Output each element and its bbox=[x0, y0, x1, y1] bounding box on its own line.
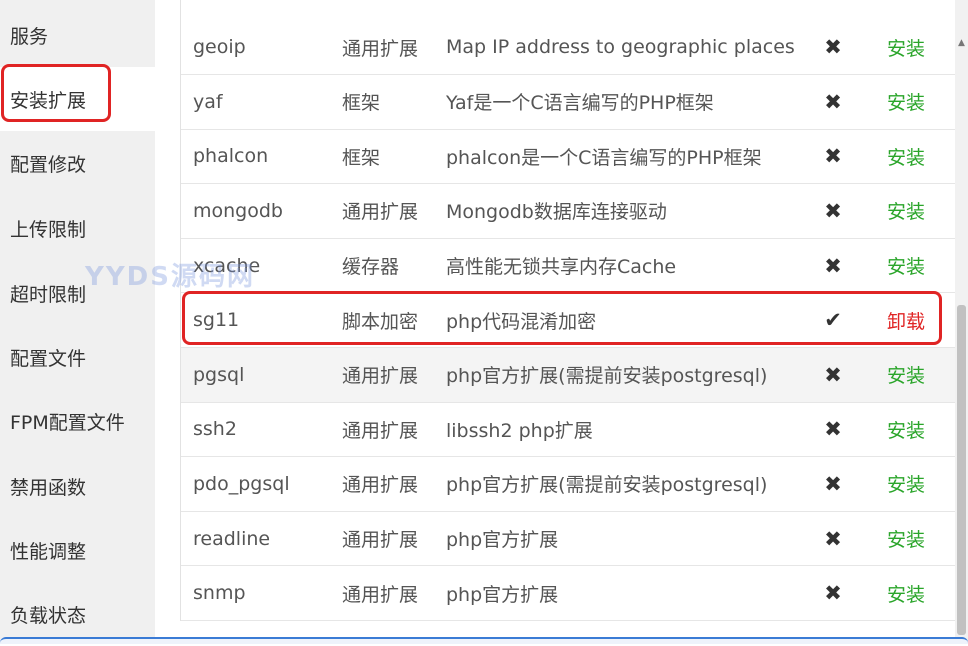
sidebar-item-label: 超时限制 bbox=[10, 283, 87, 306]
extension-type: 脚本加密 bbox=[342, 310, 419, 333]
extension-name: mongodb bbox=[193, 199, 283, 222]
install-button[interactable]: 安装 bbox=[887, 348, 925, 402]
extension-description: php代码混淆加密 bbox=[446, 310, 597, 333]
extension-type: 通用扩展 bbox=[342, 419, 419, 442]
sidebar-item-config-edit[interactable]: 配置修改 bbox=[0, 131, 155, 195]
x-icon: ✖ bbox=[824, 417, 842, 442]
extension-description: phalcon是一个C语言编写的PHP框架 bbox=[446, 146, 762, 169]
extension-type: 缓存器 bbox=[342, 256, 400, 279]
check-icon: ✔ bbox=[824, 308, 842, 333]
uninstall-button[interactable]: 卸载 bbox=[887, 293, 925, 347]
x-icon: ✖ bbox=[824, 526, 842, 551]
install-button[interactable]: 安装 bbox=[887, 566, 925, 620]
table-row: xcache 缓存器 高性能无锁共享内存Cache ✖ 安装 bbox=[181, 238, 957, 294]
extension-description: Yaf是一个C语言编写的PHP框架 bbox=[446, 92, 714, 115]
extension-description: php官方扩展(需提前安装postgresql) bbox=[446, 365, 768, 388]
sidebar-item-label: 禁用函数 bbox=[10, 476, 87, 499]
table-row: sg11 脚本加密 php代码混淆加密 ✔ 卸载 bbox=[181, 293, 957, 348]
x-icon: ✖ bbox=[824, 362, 842, 387]
extension-name: phalcon bbox=[193, 145, 269, 168]
x-icon: ✖ bbox=[824, 144, 842, 169]
extension-description: Map IP address to geographic places bbox=[446, 36, 795, 58]
install-button[interactable]: 安装 bbox=[887, 403, 925, 457]
sidebar-item-upload-limit[interactable]: 上传限制 bbox=[0, 196, 155, 260]
extension-description: libssh2 php扩展 bbox=[446, 419, 593, 442]
sidebar-item-label: 负载状态 bbox=[10, 604, 87, 627]
extension-type: 通用扩展 bbox=[342, 365, 419, 388]
extension-description: php官方扩展 bbox=[446, 529, 559, 552]
x-icon: ✖ bbox=[824, 89, 842, 114]
table-row: pgsql 通用扩展 php官方扩展(需提前安装postgresql) ✖ 安装 bbox=[181, 347, 957, 403]
table-row: readline 通用扩展 php官方扩展 ✖ 安装 bbox=[181, 511, 957, 567]
x-icon: ✖ bbox=[824, 471, 842, 496]
install-button[interactable]: 安装 bbox=[887, 75, 925, 129]
extension-description: Mongodb数据库连接驱动 bbox=[446, 201, 667, 224]
extension-name: geoip bbox=[193, 36, 246, 58]
extension-name: ssh2 bbox=[193, 418, 237, 441]
install-button[interactable]: 安装 bbox=[887, 512, 925, 566]
install-button[interactable]: 安装 bbox=[887, 130, 925, 184]
watermark: YYDS源码网 bbox=[85, 262, 255, 292]
table-row: mongodb 通用扩展 Mongodb数据库连接驱动 ✖ 安装 bbox=[181, 184, 957, 239]
extension-name: yaf bbox=[193, 90, 223, 113]
extension-description: php官方扩展(需提前安装postgresql) bbox=[446, 474, 768, 497]
sidebar-item-label: 配置文件 bbox=[10, 347, 87, 370]
extension-type: 框架 bbox=[342, 146, 381, 169]
extension-name: snmp bbox=[193, 582, 246, 605]
extension-type: 通用扩展 bbox=[342, 201, 419, 224]
extensions-table: geoip 通用扩展 Map IP address to geographic … bbox=[180, 0, 958, 621]
arrow-up-icon[interactable]: ▲ bbox=[955, 38, 968, 48]
extension-name: readline bbox=[193, 527, 271, 550]
extension-description: php官方扩展 bbox=[446, 583, 559, 606]
sidebar-item-performance-tuning[interactable]: 性能调整 bbox=[0, 518, 155, 582]
extension-name: pdo_pgsql bbox=[193, 472, 290, 495]
sidebar-item-fpm-config-file[interactable]: FPM配置文件 bbox=[0, 389, 155, 453]
table-row: phalcon 框架 phalcon是一个C语言编写的PHP框架 ✖ 安装 bbox=[181, 129, 957, 185]
table-row: geoip 通用扩展 Map IP address to geographic … bbox=[181, 0, 957, 75]
scrollbar-thumb[interactable] bbox=[957, 305, 966, 635]
sidebar-item-label: 上传限制 bbox=[10, 218, 87, 241]
sidebar-item-service[interactable]: 服务 bbox=[0, 3, 155, 67]
x-icon: ✖ bbox=[824, 198, 842, 223]
table-row: ssh2 通用扩展 libssh2 php扩展 ✖ 安装 bbox=[181, 402, 957, 458]
install-button[interactable]: 安装 bbox=[887, 0, 925, 74]
x-icon: ✖ bbox=[824, 253, 842, 278]
install-button[interactable]: 安装 bbox=[887, 457, 925, 511]
extension-description: 高性能无锁共享内存Cache bbox=[446, 256, 677, 279]
sidebar-item-config-file[interactable]: 配置文件 bbox=[0, 325, 155, 389]
sidebar-item-label: 服务 bbox=[10, 25, 49, 48]
table-row: yaf 框架 Yaf是一个C语言编写的PHP框架 ✖ 安装 bbox=[181, 75, 957, 130]
install-button[interactable]: 安装 bbox=[887, 239, 925, 293]
extension-type: 通用扩展 bbox=[342, 529, 419, 552]
sidebar-item-label: 配置修改 bbox=[10, 153, 87, 176]
extension-type: 通用扩展 bbox=[342, 37, 419, 60]
extension-type: 通用扩展 bbox=[342, 474, 419, 497]
bottom-panel-edge bbox=[0, 637, 968, 644]
vertical-scrollbar[interactable]: ▲ bbox=[955, 0, 968, 644]
sidebar-item-disabled-functions[interactable]: 禁用函数 bbox=[0, 454, 155, 518]
extension-name: pgsql bbox=[193, 363, 245, 386]
sidebar-item-label: 性能调整 bbox=[10, 540, 87, 563]
extension-name: sg11 bbox=[193, 309, 240, 332]
sidebar-item-label: FPM配置文件 bbox=[10, 411, 125, 434]
x-icon: ✖ bbox=[824, 581, 842, 606]
extension-type: 通用扩展 bbox=[342, 583, 419, 606]
table-row: snmp 通用扩展 php官方扩展 ✖ 安装 bbox=[181, 566, 957, 621]
extensions-panel: geoip 通用扩展 Map IP address to geographic … bbox=[155, 0, 968, 644]
x-icon: ✖ bbox=[824, 35, 842, 59]
sidebar-annotation-box bbox=[1, 64, 111, 122]
table-row: pdo_pgsql 通用扩展 php官方扩展(需提前安装postgresql) … bbox=[181, 457, 957, 512]
extension-type: 框架 bbox=[342, 92, 381, 115]
install-button[interactable]: 安装 bbox=[887, 184, 925, 238]
